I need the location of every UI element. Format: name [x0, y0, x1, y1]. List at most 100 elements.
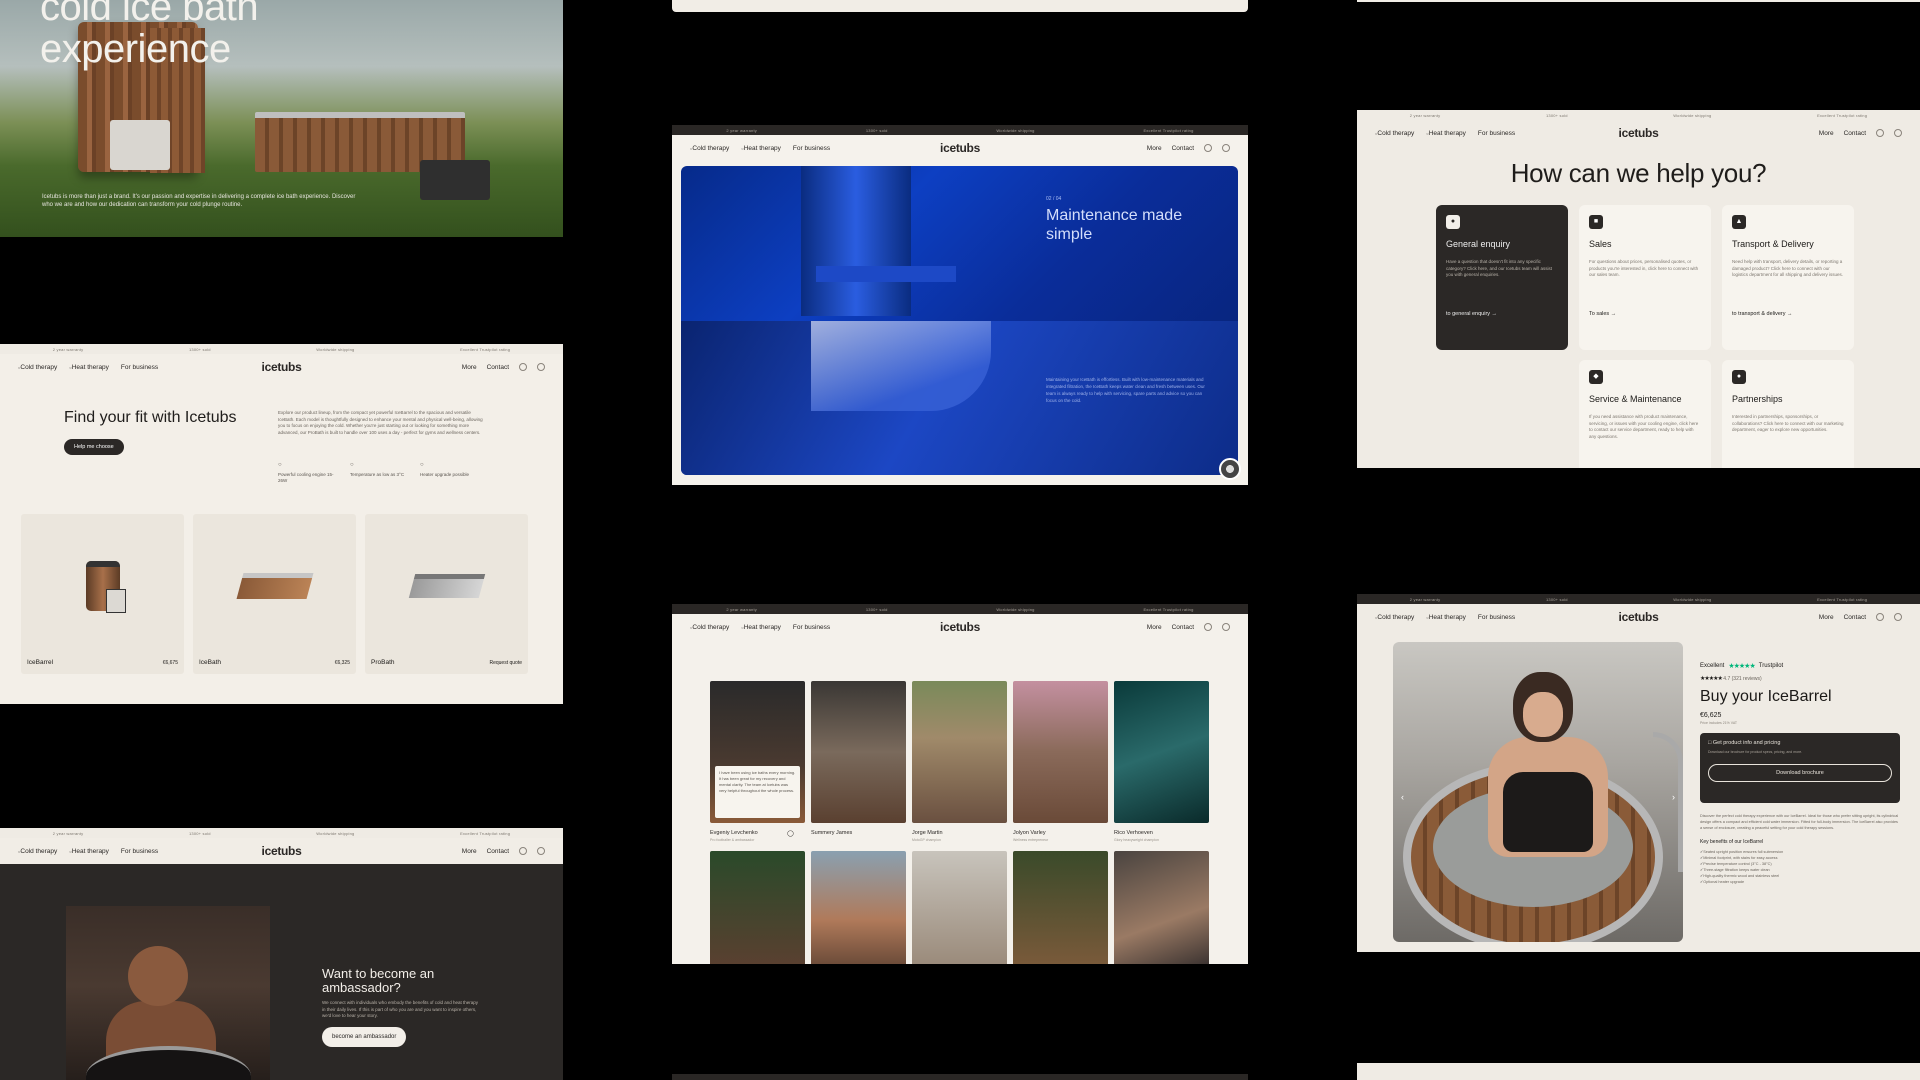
nav-more[interactable]: More: [462, 364, 477, 371]
become-ambassador-button[interactable]: become an ambassador: [322, 1027, 407, 1047]
account-icon[interactable]: [1876, 613, 1884, 621]
topbar-item: 2 year warranty: [1409, 112, 1441, 118]
trustpilot-rating[interactable]: Excellent ★★★★★ Trustpilot: [1700, 662, 1900, 670]
card-service-maintenance[interactable]: ◆ Service & Maintenance If you need assi…: [1579, 360, 1711, 468]
icetubs-logo[interactable]: icetubs: [940, 620, 980, 634]
woman-face: [1523, 692, 1563, 737]
nav-for-business[interactable]: For business: [1478, 130, 1515, 137]
gallery-tile[interactable]: [1114, 681, 1209, 823]
product-name: IceBarrel: [27, 659, 54, 666]
gallery-tile[interactable]: [811, 681, 906, 823]
gallery-tile[interactable]: [912, 851, 1007, 964]
nav-heat-therapy[interactable]: Heat therapy: [741, 624, 781, 631]
maintenance-frame: 2 year warranty 1300+ sold Worldwide shi…: [672, 125, 1248, 485]
person-head: [128, 946, 188, 1006]
nav-contact[interactable]: Contact: [1172, 145, 1194, 152]
account-icon[interactable]: [1204, 623, 1212, 631]
icetubs-logo[interactable]: icetubs: [1619, 126, 1659, 140]
product-card-icebath[interactable]: IceBath €6,325: [193, 514, 356, 674]
nav-for-business[interactable]: For business: [793, 145, 830, 152]
instagram-icon[interactable]: ◯: [787, 830, 794, 837]
topbar-item: Worldwide shipping: [996, 127, 1035, 133]
nav-heat-therapy[interactable]: Heat therapy: [69, 364, 109, 371]
icetubs-logo[interactable]: icetubs: [1619, 610, 1659, 624]
nav-contact[interactable]: Contact: [1844, 130, 1866, 137]
gallery-tile[interactable]: [1013, 851, 1108, 964]
topbar-item: 1300+ sold: [865, 127, 888, 133]
nav-cold-therapy[interactable]: Cold therapy: [18, 848, 57, 855]
fit-heading: Find your fit with Icetubs: [64, 409, 237, 426]
benefit-item: Optional heater upgrade: [1700, 879, 1900, 885]
card-partnerships[interactable]: ● Partnerships Interested in partnership…: [1722, 360, 1854, 468]
nav-more[interactable]: More: [462, 848, 477, 855]
nav-heat-therapy[interactable]: Heat therapy: [1426, 130, 1466, 137]
gallery-tile[interactable]: [1013, 681, 1108, 823]
account-icon[interactable]: [519, 847, 527, 855]
nav-more[interactable]: More: [1819, 130, 1834, 137]
help-heading: How can we help you?: [1510, 158, 1767, 188]
gallery-tile[interactable]: I have been using ice baths every mornin…: [710, 681, 805, 823]
nav-cold-therapy[interactable]: Cold therapy: [690, 624, 729, 631]
handshake-icon: ●: [1732, 370, 1746, 384]
topbar-item: Worldwide shipping: [316, 830, 355, 836]
cart-icon[interactable]: [1894, 613, 1902, 621]
nav-for-business[interactable]: For business: [793, 624, 830, 631]
announcement-bar: 2 year warranty 1300+ sold Worldwide shi…: [672, 125, 1248, 135]
product-price[interactable]: Request quote: [489, 660, 522, 666]
card-sales[interactable]: ■ Sales For questions about prices, pers…: [1579, 205, 1711, 350]
download-brochure-button[interactable]: Download brochure: [1708, 764, 1892, 782]
chat-avatar[interactable]: [1219, 458, 1241, 480]
icetubs-logo[interactable]: icetubs: [940, 141, 980, 155]
card-link[interactable]: to transport & delivery →: [1732, 311, 1844, 317]
nav-cold-therapy[interactable]: Cold therapy: [1375, 130, 1414, 137]
icetubs-logo[interactable]: icetubs: [262, 360, 302, 374]
nav-cold-therapy[interactable]: Cold therapy: [1375, 614, 1414, 621]
nav-more[interactable]: More: [1819, 614, 1834, 621]
nav-contact[interactable]: Contact: [487, 848, 509, 855]
info-box: □ Get product info and pricing Download …: [1700, 733, 1900, 803]
cart-icon[interactable]: [537, 847, 545, 855]
nav-heat-therapy[interactable]: Heat therapy: [69, 848, 109, 855]
nav-more[interactable]: More: [1147, 145, 1162, 152]
gallery-tile[interactable]: [912, 681, 1007, 823]
topbar-item: Excellent Trustpilot rating: [1817, 596, 1868, 602]
nav-heat-therapy[interactable]: Heat therapy: [1426, 614, 1466, 621]
prev-arrow-icon[interactable]: ‹: [1401, 792, 1404, 802]
nav-cold-therapy[interactable]: Cold therapy: [18, 364, 57, 371]
card-transport-delivery[interactable]: ▲ Transport & Delivery Need help with tr…: [1722, 205, 1854, 350]
cart-icon[interactable]: [1894, 129, 1902, 137]
nav-more[interactable]: More: [1147, 624, 1162, 631]
gallery-tile[interactable]: [710, 851, 805, 964]
card-link[interactable]: To sales →: [1589, 311, 1701, 317]
gallery-tile[interactable]: [1114, 851, 1209, 964]
next-arrow-icon[interactable]: ›: [1672, 792, 1675, 802]
product-card-icebarrel[interactable]: IceBarrel €6,675: [21, 514, 184, 674]
card-general-enquiry[interactable]: ● General enquiry Have a question that d…: [1436, 205, 1568, 350]
nav-for-business[interactable]: For business: [121, 364, 158, 371]
main-nav: Cold therapy Heat therapy For business i…: [672, 135, 1248, 161]
cart-icon[interactable]: [1222, 623, 1230, 631]
reviews-summary[interactable]: ★★★★★ 4.7 (321 reviews): [1700, 675, 1900, 682]
maintenance-body: Maintaining your IceBath is effortless. …: [1046, 377, 1205, 403]
nav-contact[interactable]: Contact: [1172, 624, 1194, 631]
nav-contact[interactable]: Contact: [1844, 614, 1866, 621]
nav-heat-therapy[interactable]: Heat therapy: [741, 145, 781, 152]
nav-for-business[interactable]: For business: [1478, 614, 1515, 621]
nav-contact[interactable]: Contact: [487, 364, 509, 371]
card-link[interactable]: to general enquiry →: [1446, 311, 1558, 317]
product-card-probath[interactable]: ProBath Request quote: [365, 514, 528, 674]
gallery-tile[interactable]: [811, 851, 906, 964]
icetubs-logo[interactable]: icetubs: [262, 844, 302, 858]
account-icon[interactable]: [1204, 144, 1212, 152]
account-icon[interactable]: [1876, 129, 1884, 137]
account-icon[interactable]: [519, 363, 527, 371]
nav-for-business[interactable]: For business: [121, 848, 158, 855]
pipe-shape: [801, 166, 911, 316]
cart-icon[interactable]: [537, 363, 545, 371]
person-rico: Rico Verhoeven Glory heavyweight champion: [1114, 830, 1159, 842]
announcement-bar: 2 year warranty 1300+ sold Worldwide shi…: [1357, 110, 1920, 120]
nav-cold-therapy[interactable]: Cold therapy: [690, 145, 729, 152]
help-me-choose-button[interactable]: Help me choose: [64, 439, 124, 455]
cart-icon[interactable]: [1222, 144, 1230, 152]
feature-temperature: Temperature as low as 3°C: [350, 462, 412, 478]
